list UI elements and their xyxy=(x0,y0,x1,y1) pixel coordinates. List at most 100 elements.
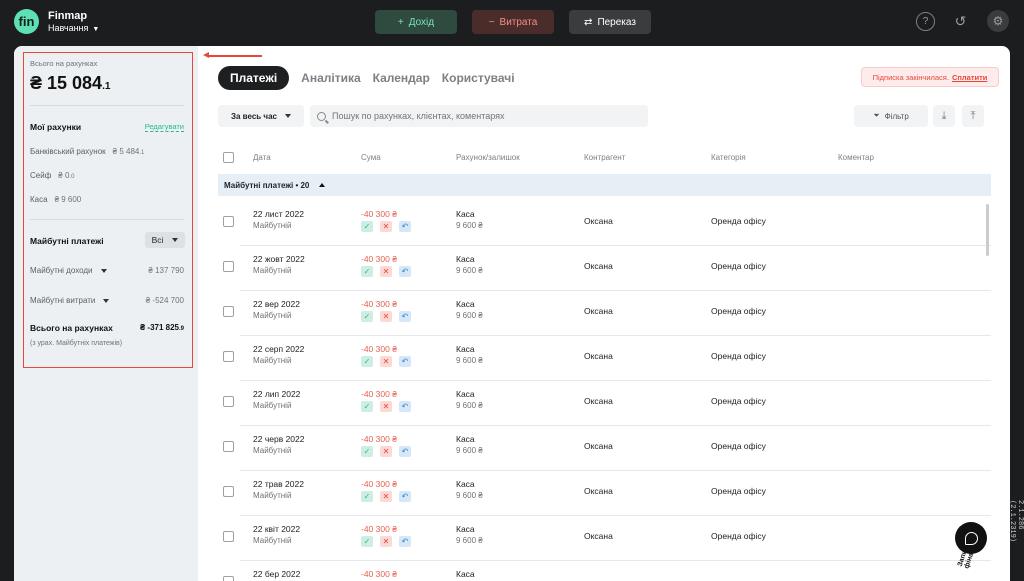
row-balance: 9 600 ₴ xyxy=(456,446,483,455)
row-status: Майбутній xyxy=(253,266,292,275)
row-status: Майбутній xyxy=(253,401,292,410)
row-checkbox[interactable] xyxy=(223,486,234,497)
download-icon: ⤓ xyxy=(941,109,947,122)
account-row[interactable]: Сейф ₴ 0.0 xyxy=(30,171,74,180)
confirm-icon[interactable]: ✓ xyxy=(361,311,373,322)
column-counterparty[interactable]: Контрагент xyxy=(584,153,625,162)
table-row[interactable]: 22 жовт 2022 Майбутній -40 300 ₴ ✓ ✕ ↶ Каса 9 6… xyxy=(218,246,991,291)
cancel-icon[interactable]: ✕ xyxy=(380,266,392,277)
tab-users[interactable]: Користувачі xyxy=(442,71,515,85)
confirm-icon[interactable]: ✓ xyxy=(361,356,373,367)
account-row[interactable]: Каса ₴ 9 600 xyxy=(30,195,81,204)
table-row[interactable]: 22 черв 2022 Майбутній -40 300 ₴ ✓ ✕ ↶ Каса 9 6… xyxy=(218,426,991,471)
chat-button[interactable] xyxy=(955,522,987,554)
reschedule-icon[interactable]: ↶ xyxy=(399,356,411,367)
account-row[interactable]: Банківський рахунок ₴ 5 484.1 xyxy=(30,147,144,156)
finmap-logo[interactable]: fin xyxy=(14,9,39,34)
cancel-icon[interactable]: ✕ xyxy=(380,311,392,322)
reschedule-icon[interactable]: ↶ xyxy=(399,311,411,322)
table-row[interactable]: 22 серп 2022 Майбутній -40 300 ₴ ✓ ✕ ↶ Каса 9 6… xyxy=(218,336,991,381)
column-comment[interactable]: Коментар xyxy=(838,153,874,162)
column-date[interactable]: Дата xyxy=(253,153,271,162)
reschedule-icon[interactable]: ↶ xyxy=(399,446,411,457)
row-counterparty: Оксана xyxy=(584,396,613,406)
future-expense-value: ₴ -524 700 xyxy=(145,296,184,305)
confirm-icon[interactable]: ✓ xyxy=(361,536,373,547)
column-account[interactable]: Рахунок/залишок xyxy=(456,153,520,162)
history-icon[interactable]: ↺ xyxy=(951,12,970,31)
table-row[interactable]: 22 лип 2022 Майбутній -40 300 ₴ ✓ ✕ ↶ Каса 9 60… xyxy=(218,381,991,426)
row-balance: 9 600 ₴ xyxy=(456,311,483,320)
search-input[interactable] xyxy=(332,111,632,121)
grand-total-value: ₴ -371 825.9 xyxy=(139,323,184,332)
row-sum: -40 300 ₴ xyxy=(361,209,397,219)
confirm-icon[interactable]: ✓ xyxy=(361,491,373,502)
add-expense-button[interactable]: − Витрата xyxy=(472,10,554,34)
row-sum: -40 300 ₴ xyxy=(361,254,397,264)
tab-payments[interactable]: Платежі xyxy=(218,66,290,90)
future-income-toggle[interactable]: Майбутні доходи xyxy=(30,266,107,275)
confirm-icon[interactable]: ✓ xyxy=(361,446,373,457)
table-row[interactable]: 22 квіт 2022 Майбутній -40 300 ₴ ✓ ✕ ↶ Каса 9 6… xyxy=(218,516,991,561)
reschedule-icon[interactable]: ↶ xyxy=(399,491,411,502)
row-checkbox[interactable] xyxy=(223,531,234,542)
filter-button[interactable]: ⏷ Фільтр xyxy=(854,105,928,127)
row-checkbox[interactable] xyxy=(223,216,234,227)
scrollbar[interactable] xyxy=(986,204,989,256)
column-sum[interactable]: Сума xyxy=(361,153,381,162)
tab-analytics[interactable]: Аналітика xyxy=(301,71,360,85)
cancel-icon[interactable]: ✕ xyxy=(380,221,392,232)
future-filter-select[interactable]: Всі xyxy=(145,232,185,248)
chevron-up-icon[interactable] xyxy=(319,183,326,187)
future-payments-group[interactable]: Майбутні платежі • 20 xyxy=(218,174,991,196)
cancel-icon[interactable]: ✕ xyxy=(380,536,392,547)
row-checkbox[interactable] xyxy=(223,306,234,317)
table-row[interactable]: 22 лист 2022 Майбутній -40 300 ₴ ✓ ✕ ↶ Каса 9 6… xyxy=(218,201,991,246)
table-row[interactable]: 22 вер 2022 Майбутній -40 300 ₴ ✓ ✕ ↶ Каса 9 60… xyxy=(218,291,991,336)
reschedule-icon[interactable]: ↶ xyxy=(399,536,411,547)
download-button[interactable]: ⤓ xyxy=(933,105,955,127)
confirm-icon[interactable]: ✓ xyxy=(361,266,373,277)
row-checkbox[interactable] xyxy=(223,441,234,452)
accounts-title: Мої рахунки xyxy=(30,122,82,132)
reschedule-icon[interactable]: ↶ xyxy=(399,401,411,412)
pay-link[interactable]: Сплатити xyxy=(952,73,987,82)
period-select[interactable]: За весь час xyxy=(218,105,304,127)
ask-financier-widget[interactable]: Запитати фінансиста xyxy=(940,505,1004,570)
help-icon[interactable]: ? xyxy=(916,12,935,31)
search-box[interactable] xyxy=(310,105,648,127)
cancel-icon[interactable]: ✕ xyxy=(380,401,392,412)
confirm-icon[interactable]: ✓ xyxy=(361,221,373,232)
divider xyxy=(30,105,184,106)
row-category: Оренда офісу xyxy=(711,486,766,496)
add-income-button[interactable]: + Дохід xyxy=(375,10,457,34)
row-checkbox[interactable] xyxy=(223,261,234,272)
table-row[interactable]: 22 трав 2022 Майбутній -40 300 ₴ ✓ ✕ ↶ Каса 9 6… xyxy=(218,471,991,516)
cancel-icon[interactable]: ✕ xyxy=(380,356,392,367)
cancel-icon[interactable]: ✕ xyxy=(380,446,392,457)
table-row[interactable]: 22 бер 2022 -40 300 ₴ Каса xyxy=(218,561,991,581)
upload-icon: ⤒ xyxy=(970,109,976,122)
future-expense-toggle[interactable]: Майбутні витрати xyxy=(30,296,110,305)
row-date: 22 жовт 2022 xyxy=(253,254,305,264)
filter-icon: ⏷ xyxy=(873,111,880,120)
row-checkbox[interactable] xyxy=(223,396,234,407)
settings-icon[interactable]: ⚙ xyxy=(987,10,1009,32)
chevron-down-icon xyxy=(100,268,107,273)
select-all-checkbox[interactable] xyxy=(223,152,234,163)
row-checkbox[interactable] xyxy=(223,576,234,581)
edit-accounts-link[interactable]: Редагувати xyxy=(144,122,184,132)
workspace-selector[interactable]: Навчання ▼ xyxy=(48,23,99,33)
column-category[interactable]: Категорія xyxy=(711,153,746,162)
row-date: 22 черв 2022 xyxy=(253,434,305,444)
reschedule-icon[interactable]: ↶ xyxy=(399,221,411,232)
reschedule-icon[interactable]: ↶ xyxy=(399,266,411,277)
divider xyxy=(30,219,184,220)
upload-button[interactable]: ⤒ xyxy=(962,105,984,127)
add-transfer-button[interactable]: ⇄ Переказ xyxy=(569,10,651,34)
confirm-icon[interactable]: ✓ xyxy=(361,401,373,412)
row-checkbox[interactable] xyxy=(223,351,234,362)
tab-calendar[interactable]: Календар xyxy=(373,71,430,85)
cancel-icon[interactable]: ✕ xyxy=(380,491,392,502)
grand-total-label: Всього на рахунках xyxy=(30,323,113,333)
